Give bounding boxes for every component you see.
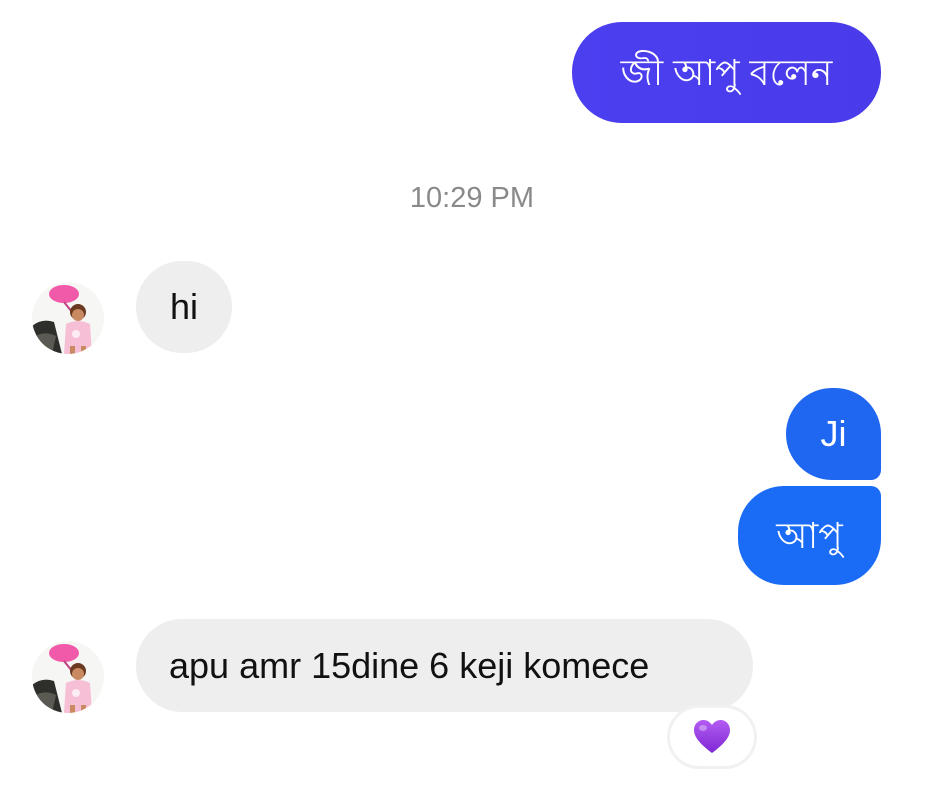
avatar-image xyxy=(32,641,104,713)
message-text: Ji xyxy=(820,413,847,454)
message-text: আপু xyxy=(776,514,843,556)
avatar-image xyxy=(32,282,104,354)
sent-message-bubble[interactable]: জী আপু বলেন xyxy=(572,22,881,123)
received-message-bubble[interactable]: hi xyxy=(136,261,232,353)
message-reaction[interactable] xyxy=(670,708,754,766)
sent-message-bubble[interactable]: Ji xyxy=(786,388,881,480)
avatar[interactable] xyxy=(32,641,104,713)
message-text: hi xyxy=(169,286,199,327)
message-text: জী আপু বলেন xyxy=(620,51,833,93)
timestamp: 10:29 PM xyxy=(409,182,535,214)
purple-heart-icon xyxy=(694,720,730,753)
sent-message-bubble[interactable]: আপু xyxy=(738,486,881,585)
message-text: apu amr 15dine 6 keji komece xyxy=(169,644,650,686)
received-message-bubble[interactable]: apu amr 15dine 6 keji komece xyxy=(136,619,753,712)
chat-thread: জী আপু বলেন 10:29 PM hi Ji আপু apu amr 1… xyxy=(0,0,944,812)
avatar[interactable] xyxy=(32,282,104,354)
